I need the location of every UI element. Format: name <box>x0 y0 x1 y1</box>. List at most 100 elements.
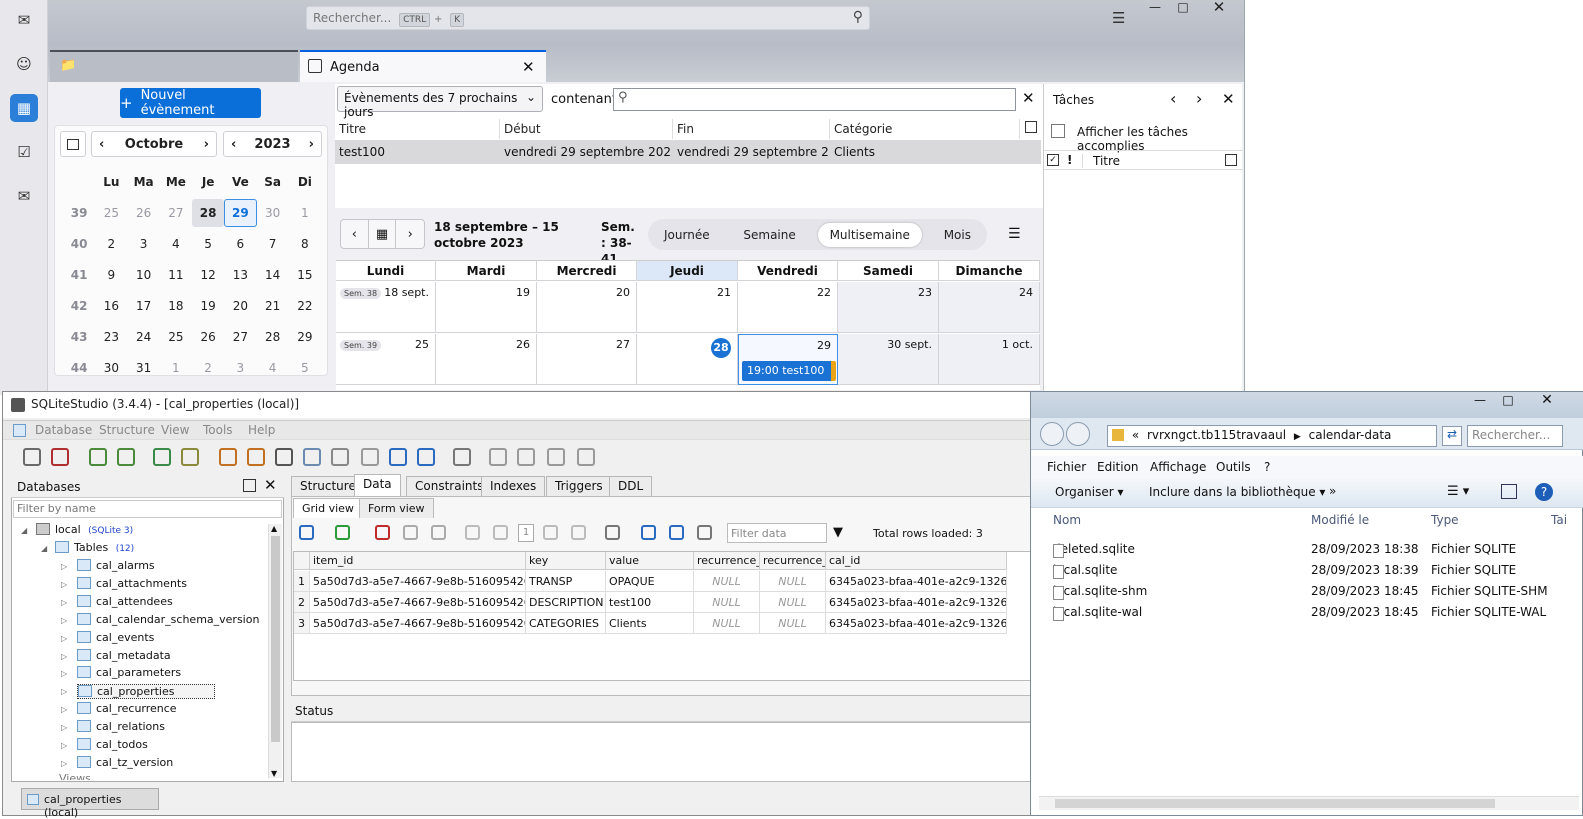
tree-table-item[interactable]: cal_properties <box>77 684 216 700</box>
column-picker-icon[interactable] <box>1025 121 1037 133</box>
menu-view[interactable]: View <box>161 423 189 437</box>
db-filter-input[interactable]: Filter by name <box>13 500 282 518</box>
fit-columns-icon[interactable] <box>641 525 656 540</box>
first-page-icon[interactable] <box>465 525 480 540</box>
menu-tools[interactable]: Tools <box>203 423 233 437</box>
minimonth-day[interactable]: 25 <box>160 330 192 344</box>
prev-month-icon[interactable]: ‹ <box>99 137 104 152</box>
grid-cell[interactable]: 5a50d7d3-a5e7-4667-9e8b-516095426f4e <box>310 571 526 592</box>
chat-icon[interactable]: ✉ <box>10 182 38 210</box>
tab-grid-view[interactable]: Grid view <box>293 498 363 518</box>
minimonth-day[interactable]: 3 <box>128 237 160 251</box>
explorer-search-input[interactable]: Rechercher... <box>1467 425 1563 447</box>
prev-period-icon[interactable]: ‹ <box>341 220 369 248</box>
task-title-column[interactable]: Titre <box>1082 154 1120 168</box>
tab-ddl[interactable]: DDL <box>609 476 653 496</box>
help-icon[interactable]: ? <box>1535 483 1553 501</box>
format-icon[interactable] <box>697 525 712 540</box>
scroll-thumb[interactable] <box>271 536 280 742</box>
grid-column-header[interactable]: recurrence_ <box>760 552 826 570</box>
shrink-columns-icon[interactable] <box>669 525 684 540</box>
address-book-icon[interactable]: ☺ <box>10 50 38 78</box>
delete-row-icon[interactable] <box>375 525 390 540</box>
minimonth-day[interactable]: 26 <box>128 206 160 220</box>
minimonth-day[interactable]: 21 <box>257 299 289 313</box>
col-size[interactable]: Tai <box>1551 513 1567 527</box>
collapse-arrow-icon[interactable]: ◢ <box>21 526 27 535</box>
tab-week-view[interactable]: Semaine <box>731 223 807 247</box>
close-tab-icon[interactable]: ✕ <box>522 58 535 76</box>
tree-db-local[interactable]: local (SQLite 3) <box>36 523 133 536</box>
next-year-icon[interactable]: › <box>309 137 314 152</box>
grid-cell[interactable]: TRANSP <box>526 571 606 592</box>
more-button[interactable]: » <box>1329 484 1336 498</box>
close-button[interactable]: ✕ <box>1206 0 1232 16</box>
minimonth-day[interactable]: 19 <box>192 299 224 313</box>
tree-table-item[interactable]: cal_todos <box>77 738 148 751</box>
menu-database[interactable]: Database <box>35 423 92 437</box>
tree-table-item[interactable]: cal_metadata <box>77 648 171 662</box>
export-icon[interactable] <box>389 448 407 466</box>
scroll-up-icon[interactable]: ▲ <box>271 524 277 533</box>
menu-help[interactable]: ? <box>1264 460 1270 474</box>
menu-edit[interactable]: Edition <box>1097 460 1139 474</box>
rollback-icon[interactable] <box>431 525 446 540</box>
grid-cell[interactable]: NULL <box>760 571 826 592</box>
tree-table-item[interactable]: cal_relations <box>77 720 165 733</box>
expand-arrow-icon[interactable]: ▷ <box>61 616 67 625</box>
day-cell[interactable]: 27 <box>537 334 637 385</box>
grid-cell[interactable]: OPAQUE <box>606 571 694 592</box>
minimonth-day[interactable]: 30 <box>257 206 289 220</box>
tile-horizontal-icon[interactable] <box>517 448 535 466</box>
tree-table-item[interactable]: cal_alarms <box>77 559 155 572</box>
minimonth-day[interactable]: 4 <box>160 237 192 251</box>
col-title[interactable]: Titre <box>335 119 500 139</box>
window-tab[interactable]: cal_properties (local) <box>21 788 159 819</box>
col-category[interactable]: Catégorie <box>830 119 1020 139</box>
collapse-arrow-icon[interactable]: ◢ <box>41 544 47 553</box>
minimonth-day[interactable]: 8 <box>289 237 321 251</box>
tab-data[interactable]: Data <box>354 474 401 496</box>
tab-multiweek-view[interactable]: Multisemaine <box>817 222 922 247</box>
edit-table-icon[interactable] <box>181 448 199 466</box>
commit-icon[interactable] <box>403 525 418 540</box>
refresh-icon[interactable] <box>299 525 314 540</box>
menu-view[interactable]: Affichage <box>1150 460 1206 474</box>
minimonth-day[interactable]: 1 <box>289 206 321 220</box>
column-picker-icon[interactable] <box>1225 154 1237 166</box>
close-panel-icon[interactable]: ✕ <box>264 476 277 494</box>
minimonth-day[interactable]: 10 <box>128 268 160 282</box>
day-cell[interactable]: 1 oct. <box>939 334 1040 385</box>
address-input[interactable]: « rvrxngct.tb115travaaul ▶ calendar-data <box>1107 425 1437 447</box>
refresh-icon[interactable]: ⇄ <box>1442 426 1462 446</box>
expand-arrow-icon[interactable]: ▷ <box>61 687 67 696</box>
tab-mail[interactable]: 📁 <box>50 50 298 82</box>
next-period-icon[interactable]: › <box>396 220 424 248</box>
collation-icon[interactable] <box>331 448 349 466</box>
float-panel-icon[interactable] <box>243 479 256 492</box>
tab-day-view[interactable]: Journée <box>652 223 722 247</box>
new-event-button[interactable]: + Nouvel évènement <box>120 88 261 118</box>
file-row[interactable]: local.sqlite-wal 28/09/2023 18:45 Fichier … <box>1053 603 1573 623</box>
day-cell[interactable]: 18 sept. Sem. 38 <box>336 282 436 333</box>
minimonth-day[interactable]: 24 <box>128 330 160 344</box>
preview-pane-icon[interactable] <box>1501 484 1517 499</box>
grid-cell[interactable]: DESCRIPTION <box>526 592 606 613</box>
script-icon[interactable] <box>247 448 265 466</box>
function-icon[interactable] <box>275 448 293 466</box>
day-cell[interactable]: 28 <box>637 334 738 385</box>
day-cell[interactable]: 30 sept. <box>838 334 939 385</box>
close-tasks-icon[interactable]: ✕ <box>1222 90 1235 108</box>
path-segment-1[interactable]: rvrxngct.tb115travaaul <box>1147 428 1286 442</box>
code-icon[interactable] <box>303 448 321 466</box>
close-button[interactable]: ✕ <box>1527 392 1567 410</box>
tree-views[interactable]: Views <box>59 772 91 780</box>
minimonth-day[interactable]: 11 <box>160 268 192 282</box>
day-cell[interactable]: 23 <box>838 282 939 333</box>
minimonth-day[interactable]: 29 <box>289 330 321 344</box>
file-row[interactable]: deleted.sqlite 28/09/2023 18:38 Fichier SQ… <box>1053 540 1573 560</box>
minimonth-day[interactable]: 25 <box>95 206 127 220</box>
grid-cell[interactable]: 6345a023-bfaa-401e-a2c9-13261f35b860 <box>826 592 1007 613</box>
minimonth-day[interactable]: 16 <box>95 299 127 313</box>
tasks-icon[interactable]: ☑ <box>10 138 38 166</box>
